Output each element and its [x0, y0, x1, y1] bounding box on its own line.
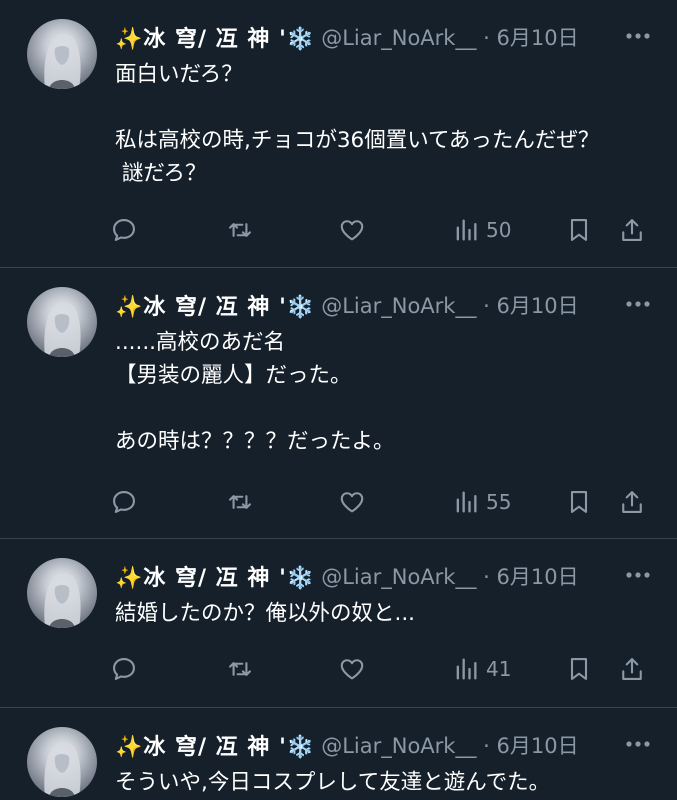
tweet-header: ✨冰 穹/ 冱 神 '❄️ @Liar_NoArk__ · 6月10日: [115, 20, 579, 54]
share-button[interactable]: [618, 653, 646, 685]
avatar[interactable]: [27, 727, 97, 797]
share-button[interactable]: [618, 214, 646, 246]
tweet-date[interactable]: 6月10日: [497, 26, 579, 50]
tweet-header: ✨冰 穹/ 冱 神 '❄️ @Liar_NoArk__ · 6月10日: [115, 288, 579, 322]
handle-and-date: @Liar_NoArk__ · 6月10日: [321, 561, 578, 591]
bookmark-icon: [570, 219, 588, 241]
reply-icon: [113, 491, 135, 513]
tweet-text: 結婚したのか？俺以外の奴と...: [115, 601, 416, 626]
handle-and-date: @Liar_NoArk__ · 6月10日: [321, 290, 578, 320]
share-icon: [622, 491, 642, 513]
bookmark-button[interactable]: [565, 653, 593, 685]
retweet-button[interactable]: [226, 486, 254, 518]
more-icon[interactable]: [623, 563, 653, 587]
tweet-date[interactable]: 6月10日: [497, 565, 579, 589]
tweet[interactable]: ✨冰 穹/ 冱 神 '❄️ @Liar_NoArk__ · 6月10日 結婚した…: [0, 539, 677, 708]
view-count: 50: [486, 218, 512, 242]
like-icon: [340, 220, 364, 241]
tweet-actions: 41: [110, 653, 655, 685]
reply-icon: [113, 658, 135, 680]
timeline-feed: ✨冰 穹/ 冱 神 '❄️ @Liar_NoArk__ · 6月10日 面白いだ…: [0, 0, 677, 800]
more-icon[interactable]: [623, 732, 653, 756]
display-name[interactable]: ✨冰 穹/ 冱 神 '❄️: [115, 21, 315, 53]
like-button[interactable]: [338, 653, 366, 685]
handle-and-date: @Liar_NoArk__ · 6月10日: [321, 730, 578, 760]
view-count: 41: [486, 657, 512, 681]
tweet-header: ✨冰 穹/ 冱 神 '❄️ @Liar_NoArk__ · 6月10日: [115, 559, 579, 593]
handle[interactable]: @Liar_NoArk__: [321, 26, 476, 50]
reply-icon: [113, 219, 135, 241]
tweet-actions: 55: [110, 486, 655, 518]
bookmark-button[interactable]: [565, 486, 593, 518]
tweet[interactable]: ✨冰 穹/ 冱 神 '❄️ @Liar_NoArk__ · 6月10日 ....…: [0, 268, 677, 539]
tweet[interactable]: ✨冰 穹/ 冱 神 '❄️ @Liar_NoArk__ · 6月10日 そういや…: [0, 708, 677, 800]
retweet-icon: [229, 662, 251, 676]
bookmark-button[interactable]: [565, 214, 593, 246]
handle-and-date: @Liar_NoArk__ · 6月10日: [321, 22, 578, 52]
view-count: 55: [486, 490, 512, 514]
reply-button[interactable]: [110, 486, 138, 518]
tweet-actions: 50: [110, 214, 655, 246]
views-icon: [456, 491, 477, 513]
retweet-button[interactable]: [226, 653, 254, 685]
reply-button[interactable]: [110, 653, 138, 685]
separator-dot: ·: [483, 26, 497, 50]
share-icon: [622, 658, 642, 680]
display-name[interactable]: ✨冰 穹/ 冱 神 '❄️: [115, 729, 315, 761]
views-icon: [456, 658, 477, 680]
like-icon: [340, 492, 364, 513]
separator-dot: ·: [483, 734, 497, 758]
retweet-icon: [229, 495, 251, 509]
retweet-icon: [229, 223, 251, 237]
views-button[interactable]: 55: [452, 486, 511, 518]
more-icon[interactable]: [623, 292, 653, 316]
handle[interactable]: @Liar_NoArk__: [321, 565, 476, 589]
retweet-button[interactable]: [226, 214, 254, 246]
handle[interactable]: @Liar_NoArk__: [321, 734, 476, 758]
like-button[interactable]: [338, 486, 366, 518]
bookmark-icon: [570, 658, 588, 680]
tweet-header: ✨冰 穹/ 冱 神 '❄️ @Liar_NoArk__ · 6月10日: [115, 728, 579, 762]
tweet-date[interactable]: 6月10日: [497, 294, 579, 318]
tweet-text: 面白いだろ？ 私は高校の時,チョコが36個置いてあったんだぜ？ 謎だろ？: [115, 62, 600, 186]
views-icon: [456, 219, 477, 241]
separator-dot: ·: [483, 294, 497, 318]
views-button[interactable]: 50: [452, 214, 511, 246]
display-name[interactable]: ✨冰 穹/ 冱 神 '❄️: [115, 289, 315, 321]
share-icon: [622, 219, 642, 241]
tweet[interactable]: ✨冰 穹/ 冱 神 '❄️ @Liar_NoArk__ · 6月10日 面白いだ…: [0, 0, 677, 268]
tweet-date[interactable]: 6月10日: [497, 734, 579, 758]
avatar[interactable]: [27, 287, 97, 357]
views-button[interactable]: 41: [452, 653, 511, 685]
like-button[interactable]: [338, 214, 366, 246]
avatar[interactable]: [27, 19, 97, 89]
separator-dot: ·: [483, 565, 497, 589]
tweet-text: ......高校のあだ名 【男装の麗人】だった。 あの時は？？？？だったよ。: [115, 330, 395, 454]
bookmark-icon: [570, 491, 588, 513]
avatar[interactable]: [27, 558, 97, 628]
display-name[interactable]: ✨冰 穹/ 冱 神 '❄️: [115, 560, 315, 592]
tweet-text: そういや,今日コスプレして友達と遊んでた。: [115, 770, 551, 795]
reply-button[interactable]: [110, 214, 138, 246]
like-icon: [340, 659, 364, 680]
more-icon[interactable]: [623, 24, 653, 48]
handle[interactable]: @Liar_NoArk__: [321, 294, 476, 318]
share-button[interactable]: [618, 486, 646, 518]
